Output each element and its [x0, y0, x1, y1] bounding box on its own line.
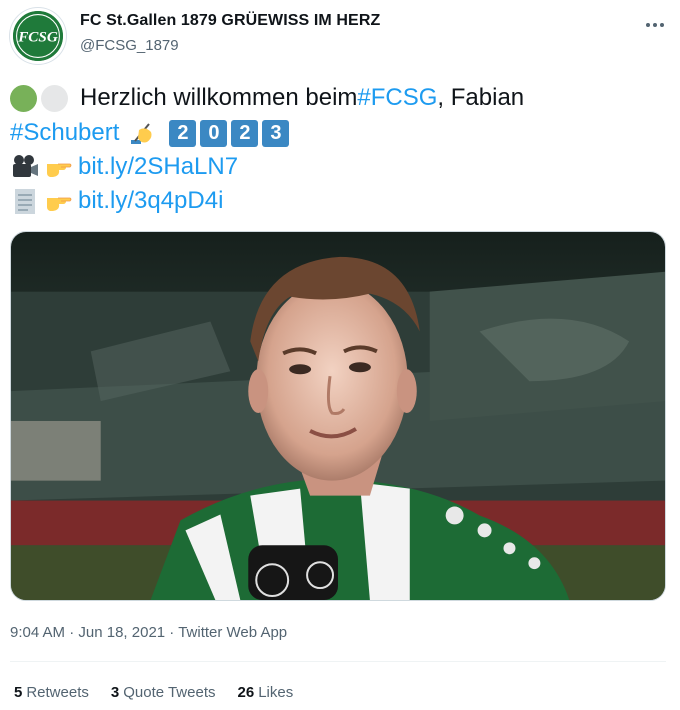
hashtag-fcsg[interactable]: #FCSG: [357, 84, 437, 112]
document-icon: [10, 186, 40, 216]
likes-label: Likes: [258, 684, 294, 701]
club-logo-icon: FCSG: [13, 11, 63, 61]
player-photo: [11, 232, 665, 600]
tweet-media-photo[interactable]: [10, 231, 666, 601]
tweet-stats: 5 Retweets 3 Quote Tweets 26 Likes: [14, 684, 315, 701]
welcome-text: Herzlich willkommen beim: [80, 84, 358, 111]
green-circle-icon: [10, 84, 37, 112]
tweet-source[interactable]: Twitter Web App: [178, 624, 287, 641]
divider: [10, 661, 666, 662]
quote-tweets-stat[interactable]: 3 Quote Tweets: [111, 684, 216, 701]
white-circle-icon: [41, 84, 68, 112]
tweet-line-video-link: bit.ly/2SHaLN7: [10, 152, 238, 182]
more-options-icon: [646, 23, 650, 27]
more-options-button[interactable]: [640, 14, 670, 36]
author-name[interactable]: FC St.Gallen 1879 GRÜEWISS IM HERZ: [80, 12, 380, 30]
welcome-name: , Fabian: [437, 84, 525, 111]
tweet-line-welcome: Herzlich willkommen beim #FCSG , Fabian: [10, 84, 524, 112]
likes-count: 26: [237, 684, 255, 701]
keycap-digit: 3: [262, 119, 290, 147]
quote-tweets-count: 3: [110, 684, 120, 701]
keycap-digit: 2: [231, 119, 259, 147]
quote-tweets-label: Quote Tweets: [123, 684, 216, 701]
retweets-label: Retweets: [26, 684, 89, 701]
avatar-logo-text: FCSG: [17, 28, 58, 45]
avatar[interactable]: FCSG: [10, 8, 66, 64]
retweets-count: 5: [14, 684, 23, 701]
author-handle[interactable]: @FCSG_1879: [80, 37, 179, 54]
article-link[interactable]: bit.ly/3q4pD4i: [78, 187, 223, 215]
movie-camera-icon: [10, 152, 40, 182]
hashtag-schubert[interactable]: #Schubert: [10, 119, 119, 147]
writing-hand-icon: [127, 118, 157, 148]
tweet-line-article-link: bit.ly/3q4pD4i: [10, 186, 223, 216]
tweet-time[interactable]: 9:04 AM: [10, 624, 65, 641]
tweet-timestamp: 9:04 AM · Jun 18, 2021 · Twitter Web App: [10, 624, 288, 641]
pointing-hand-icon: [44, 186, 74, 216]
tweet-date[interactable]: Jun 18, 2021: [78, 624, 165, 641]
video-link[interactable]: bit.ly/2SHaLN7: [78, 153, 238, 181]
likes-stat[interactable]: 26 Likes: [238, 684, 294, 701]
keycap-digit: 2: [169, 119, 197, 147]
keycap-digit: 0: [200, 119, 228, 147]
pointing-hand-icon: [44, 152, 74, 182]
tweet-line-name: #Schubert 2 0 2 3: [10, 118, 293, 148]
tweet-card: FCSG FC St.Gallen 1879 GRÜEWISS IM HERZ …: [0, 0, 680, 710]
retweets-stat[interactable]: 5 Retweets: [14, 684, 89, 701]
